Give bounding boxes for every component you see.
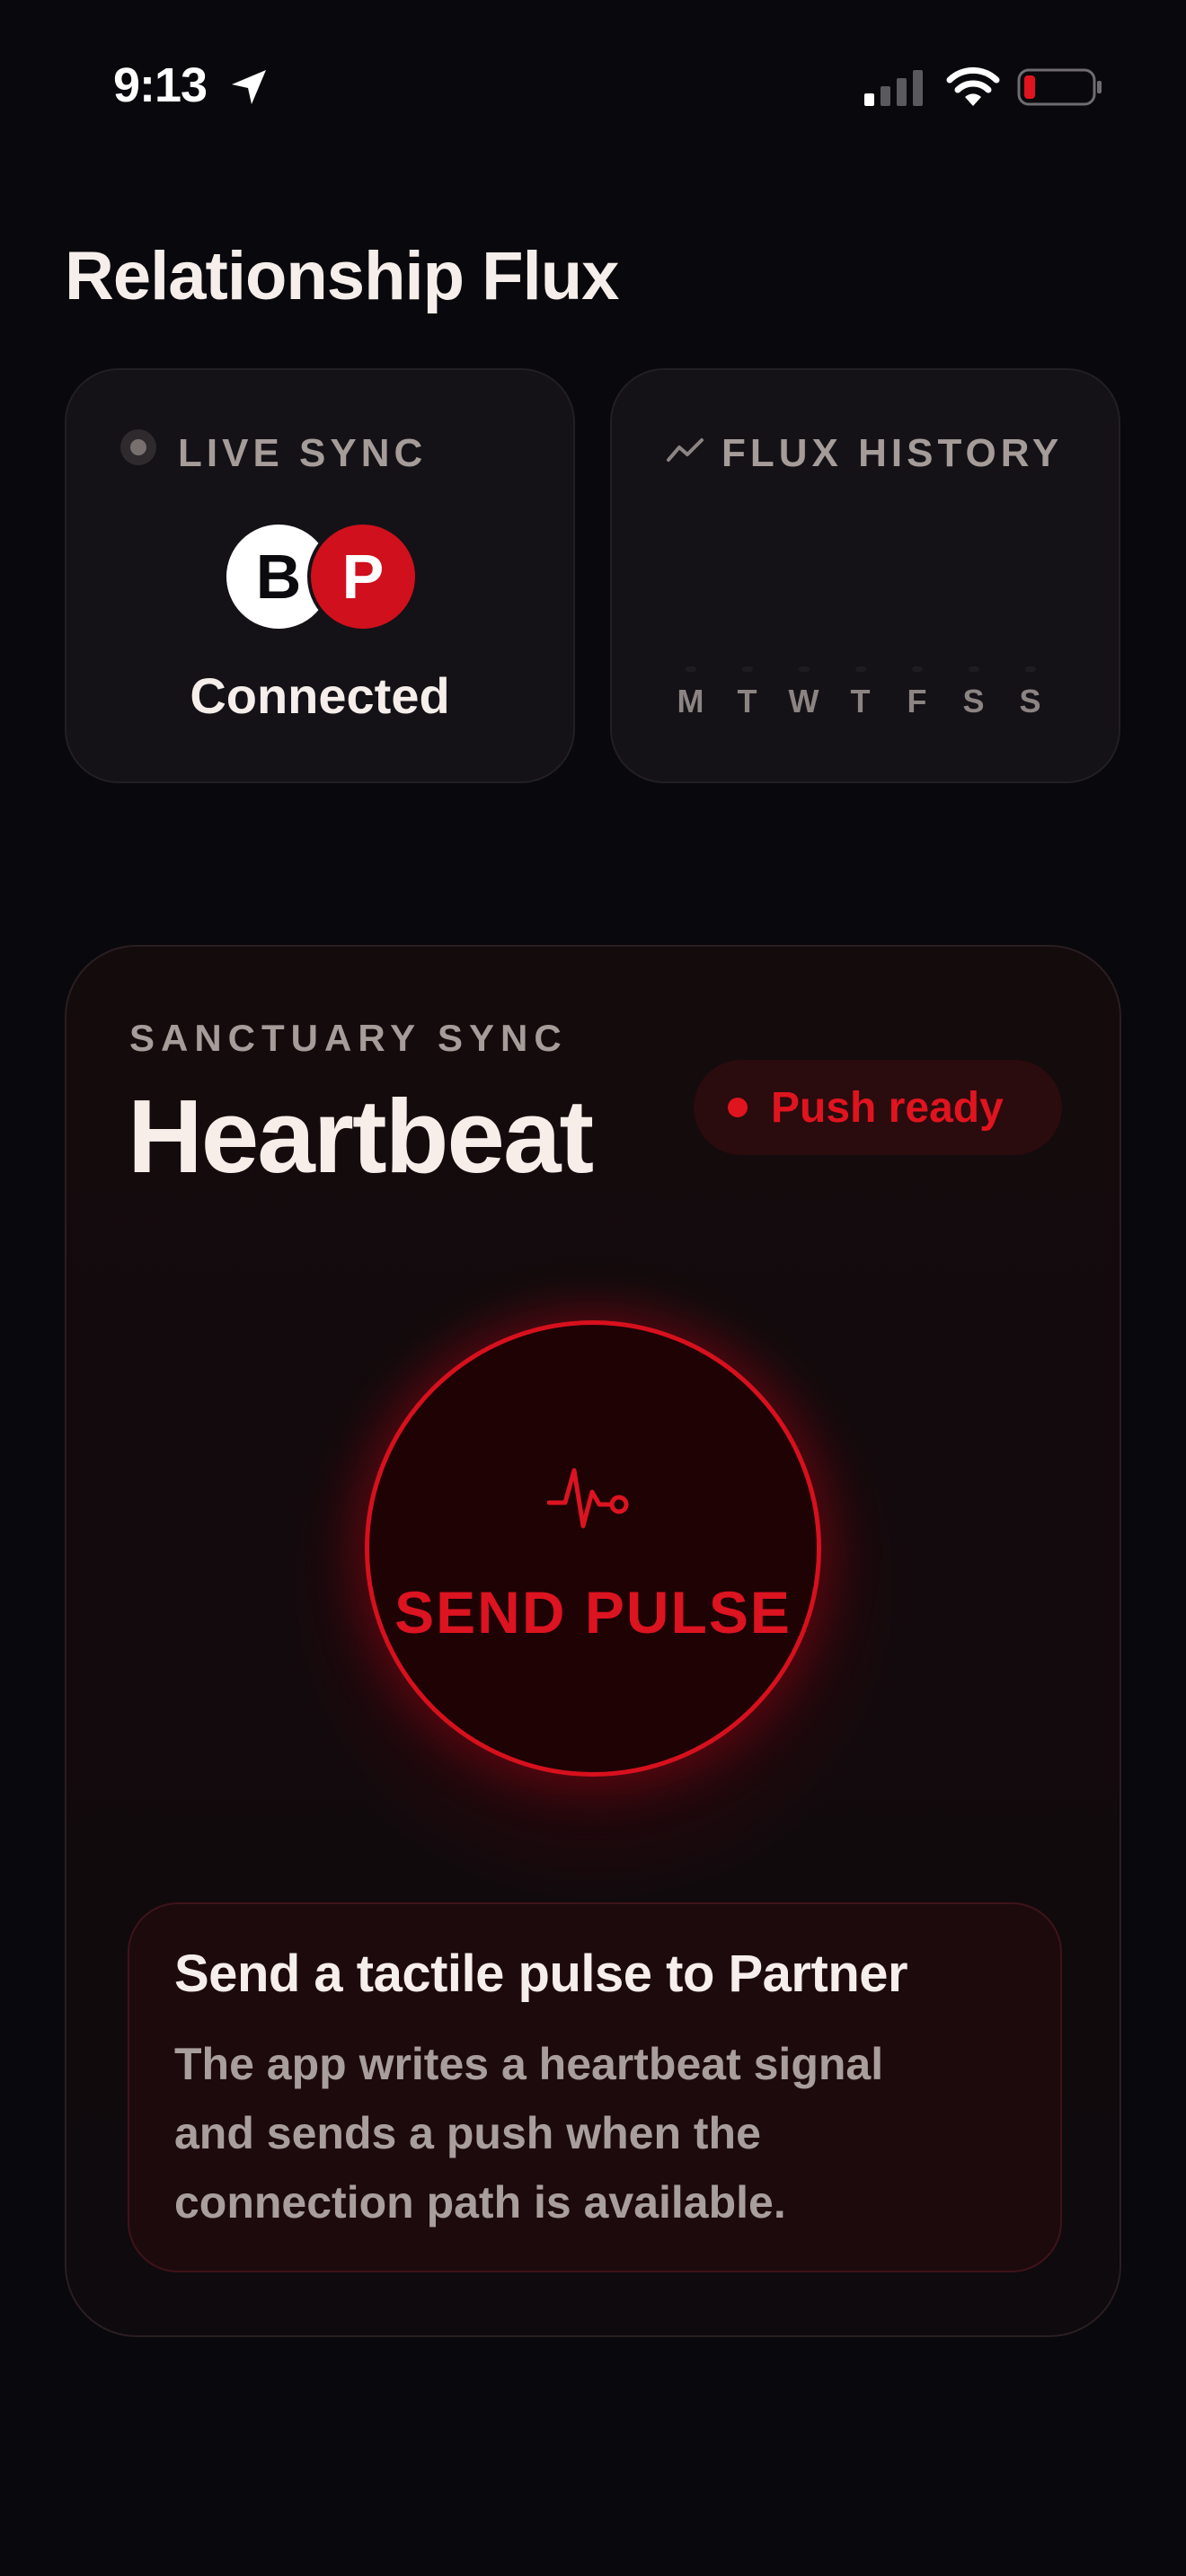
flux-day-label: F: [907, 683, 928, 719]
live-sync-card[interactable]: LIVE SYNC B P Connected: [65, 368, 575, 783]
location-arrow-icon: [232, 70, 266, 104]
flux-day-bar: [969, 666, 979, 672]
flux-history-label: FLUX HISTORY: [721, 431, 1064, 475]
page-title: Relationship Flux: [65, 238, 619, 314]
flux-day-bar: [686, 666, 696, 672]
flux-day: S: [1004, 666, 1058, 720]
flux-day: T: [834, 666, 888, 720]
flux-history-days: M T W T F S S: [662, 666, 1072, 738]
wifi-icon: [946, 66, 1000, 106]
flux-day: T: [721, 666, 774, 720]
trend-line-icon: [667, 438, 704, 462]
flux-history-card[interactable]: FLUX HISTORY M T W T F S S: [610, 368, 1120, 783]
flux-day-label: S: [1019, 683, 1042, 719]
avatar-partner: P: [307, 521, 419, 632]
flux-day: S: [947, 666, 1001, 720]
flux-day-bar: [742, 666, 753, 672]
flux-day-label: M: [677, 683, 705, 719]
flux-day: M: [664, 666, 718, 720]
status-bar: 9:13: [0, 0, 1186, 171]
flux-day-label: T: [850, 683, 872, 719]
push-status-dot-icon: [728, 1098, 748, 1117]
flux-day-label: W: [788, 683, 820, 719]
battery-icon: [1017, 68, 1102, 106]
push-ready-badge: Push ready: [694, 1060, 1062, 1155]
flux-day-bar: [1025, 666, 1036, 672]
flux-day-bar: [799, 666, 810, 672]
section-title: Heartbeat: [128, 1078, 594, 1195]
pulse-info-box: Send a tactile pulse to Partner The app …: [128, 1902, 1062, 2272]
status-time: 9:13: [113, 58, 208, 112]
connection-status: Connected: [190, 667, 450, 724]
info-heading: Send a tactile pulse to Partner: [174, 1945, 908, 2003]
cellular-signal-icon: [864, 70, 923, 106]
send-pulse-label: SEND PULSE: [394, 1579, 792, 1645]
push-ready-label: Push ready: [771, 1083, 1004, 1132]
live-sync-label: LIVE SYNC: [178, 431, 428, 475]
section-eyebrow: SANCTUARY SYNC: [129, 1017, 568, 1059]
flux-day-label: S: [962, 683, 986, 719]
flux-day: W: [777, 666, 831, 720]
heartbeat-icon: [547, 1468, 629, 1529]
info-body: The app writes a heartbeat signal and se…: [174, 2039, 884, 2228]
send-pulse-button[interactable]: SEND PULSE: [365, 1320, 821, 1777]
heartbeat-card: SANCTUARY SYNC Heartbeat Push ready SEND…: [65, 945, 1121, 2337]
flux-day-label: T: [737, 683, 758, 719]
flux-day-bar: [912, 666, 923, 672]
flux-day-bar: [855, 666, 866, 672]
live-status-dot-icon: [120, 429, 156, 465]
flux-day: F: [890, 666, 944, 720]
